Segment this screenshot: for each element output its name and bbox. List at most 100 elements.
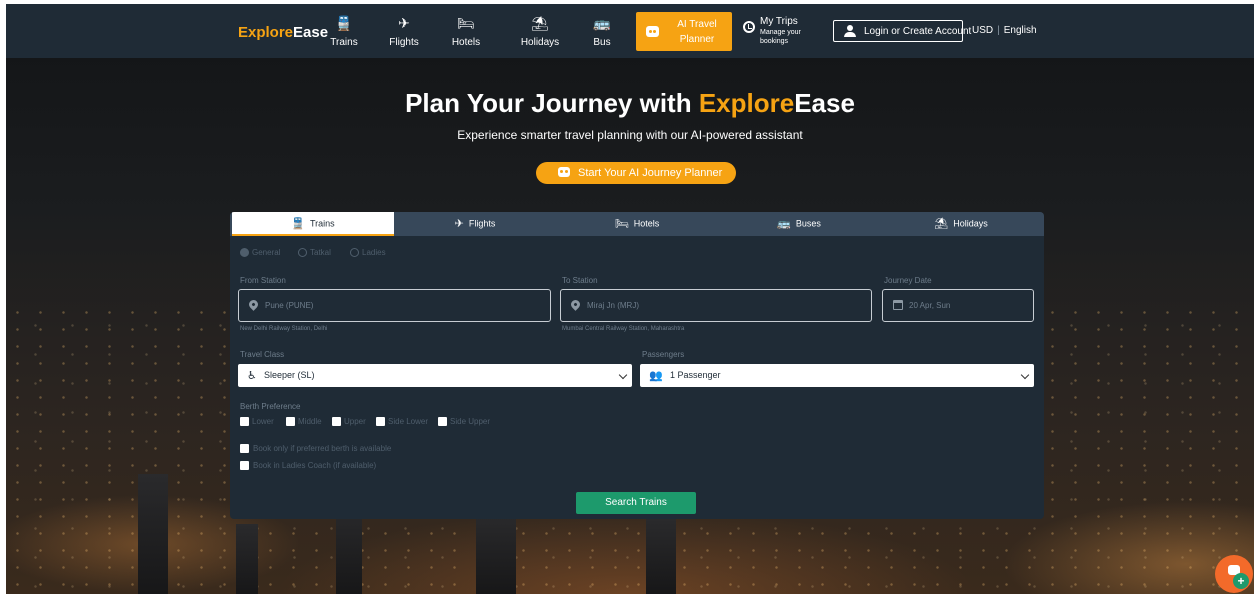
logo[interactable]: ExploreEase (238, 24, 328, 41)
to-station-input[interactable]: Miraj Jn (MRJ) (560, 289, 872, 322)
top-header: ExploreEase 🚆 Trains ✈ Flights 🛏 Hotels … (6, 4, 1254, 58)
tab-label: Buses (795, 218, 821, 229)
radio-circle (298, 248, 307, 258)
berth-side-upper-checkbox[interactable]: Side Upper (438, 417, 491, 427)
my-trips-title: My Trips (760, 16, 798, 27)
radio-circle (350, 248, 359, 258)
checkbox-box (240, 461, 249, 471)
radio-tatkal[interactable]: Tatkal (298, 248, 331, 258)
berth-upper-checkbox[interactable]: Upper (332, 417, 366, 427)
tab-buses[interactable]: 🚌 Buses (718, 212, 880, 236)
checkbox-label: Side Lower (388, 417, 429, 426)
tab-holidays[interactable]: ⛱ Holidays (880, 212, 1042, 236)
calendar-icon (893, 300, 903, 310)
hero-title-highlight: Explore (698, 88, 795, 118)
start-ai-planner-button[interactable]: Start Your AI Journey Planner (536, 162, 736, 184)
city-tower (646, 519, 676, 594)
passengers-select[interactable]: 👥 1 Passenger (640, 364, 1034, 387)
nav-hotels[interactable]: 🛏 Hotels (438, 14, 494, 52)
nav-bus[interactable]: 🚌 Bus (574, 14, 630, 52)
currency-language: USD | English (972, 25, 1037, 36)
bus-icon: 🚌 (777, 217, 791, 230)
checkbox-label: Book only if preferred berth is availabl… (253, 444, 392, 453)
user-icon (844, 25, 856, 37)
ai-travel-planner-button[interactable]: AI Travel Planner (636, 12, 732, 51)
hero-title-part1: Plan Your Journey with (405, 88, 699, 118)
bed-icon: 🛏 (614, 217, 629, 230)
location-pin-icon (247, 298, 260, 311)
journey-date-input[interactable]: 20 Apr, Sun (882, 289, 1034, 322)
chevron-down-icon (1020, 370, 1030, 380)
tab-label: Hotels (633, 218, 660, 229)
divider: | (997, 25, 1000, 36)
tab-flights[interactable]: ✈ Flights (394, 212, 556, 236)
seat-icon: ♿ (247, 370, 257, 382)
travel-class-label: Travel Class (240, 350, 285, 359)
bed-icon: 🛏 (457, 15, 475, 31)
radio-general[interactable]: General (240, 248, 281, 258)
to-station-value: Miraj Jn (MRJ) (587, 301, 639, 310)
cta-label: Start Your AI Journey Planner (578, 167, 723, 179)
chevron-down-icon (618, 370, 628, 380)
nav-trains[interactable]: 🚆 Trains (316, 14, 372, 52)
plus-icon: + (1233, 573, 1249, 589)
currency-selector[interactable]: USD (972, 25, 993, 36)
checkbox-box (438, 417, 447, 427)
to-station-hint: Mumbai Central Railway Station, Maharash… (562, 326, 685, 332)
chat-assistant-fab[interactable]: + (1215, 555, 1253, 593)
search-trains-button[interactable]: Search Trains (576, 492, 696, 514)
berth-side-lower-checkbox[interactable]: Side Lower (376, 417, 429, 427)
checkbox-label: Book in Ladies Coach (if available) (253, 461, 377, 470)
passengers-value: 1 Passenger (670, 370, 721, 380)
nav-label: Bus (593, 37, 611, 48)
radio-label: Ladies (362, 248, 386, 257)
nav-label: Flights (389, 37, 419, 48)
login-button[interactable]: Login or Create Account (833, 20, 971, 42)
checkbox-label: Middle (298, 417, 322, 426)
radio-label: Tatkal (310, 248, 331, 257)
checkbox-box (286, 417, 295, 427)
logo-part1: Explore (238, 24, 294, 41)
umbrella-icon: ⛱ (531, 15, 549, 31)
from-station-value: Pune (PUNE) (265, 301, 314, 310)
berth-preference-label: Berth Preference (240, 402, 301, 411)
from-station-label: From Station (240, 276, 286, 285)
hero-title: Plan Your Journey with ExploreEase (6, 88, 1254, 119)
ai-planner-label: AI Travel Planner (677, 19, 717, 45)
journey-date-label: Journey Date (884, 276, 932, 285)
from-station-hint: New Delhi Railway Station, Delhi (240, 326, 328, 332)
travel-class-select[interactable]: ♿ Sleeper (SL) (238, 364, 632, 387)
my-trips-subtitle: Manage your bookings (760, 29, 801, 45)
berth-middle-checkbox[interactable]: Middle (286, 417, 322, 427)
from-station-input[interactable]: Pune (PUNE) (238, 289, 551, 322)
language-selector[interactable]: English (1004, 25, 1037, 36)
tab-hotels[interactable]: 🛏 Hotels (556, 212, 718, 236)
hero-subtitle: Experience smarter travel planning with … (457, 128, 803, 142)
radio-ladies[interactable]: Ladies (350, 248, 386, 258)
search-tabs: 🚆 Trains ✈ Flights 🛏 Hotels 🚌 Buses ⛱ Holiday… (230, 212, 1044, 236)
clock-icon (743, 21, 755, 33)
radio-circle (240, 248, 249, 258)
users-icon: 👥 (649, 370, 663, 382)
nav-flights[interactable]: ✈ Flights (376, 14, 432, 52)
ladies-coach-checkbox[interactable]: Book in Ladies Coach (if available) (240, 461, 377, 471)
plane-icon: ✈ (454, 217, 464, 230)
checkbox-box (240, 444, 249, 454)
hero-title-part3: Ease (794, 88, 855, 118)
checkbox-label: Side Upper (450, 417, 491, 426)
page-frame: ExploreEase 🚆 Trains ✈ Flights 🛏 Hotels … (6, 4, 1254, 594)
location-pin-icon (569, 298, 582, 311)
preferred-berth-only-checkbox[interactable]: Book only if preferred berth is availabl… (240, 444, 392, 454)
checkbox-label: Lower (252, 417, 274, 426)
radio-label: General (252, 248, 281, 257)
berth-lower-checkbox[interactable]: Lower (240, 417, 274, 427)
city-tower (236, 524, 258, 594)
nav-holidays[interactable]: ⛱ Holidays (512, 14, 568, 52)
bus-icon: 🚌 (593, 15, 611, 31)
train-icon: 🚆 (335, 15, 353, 31)
checkbox-box (376, 417, 385, 427)
checkbox-box (332, 417, 341, 427)
tab-label: Holidays (953, 218, 988, 229)
nav-label: Trains (330, 37, 358, 48)
tab-trains[interactable]: 🚆 Trains (232, 212, 394, 236)
